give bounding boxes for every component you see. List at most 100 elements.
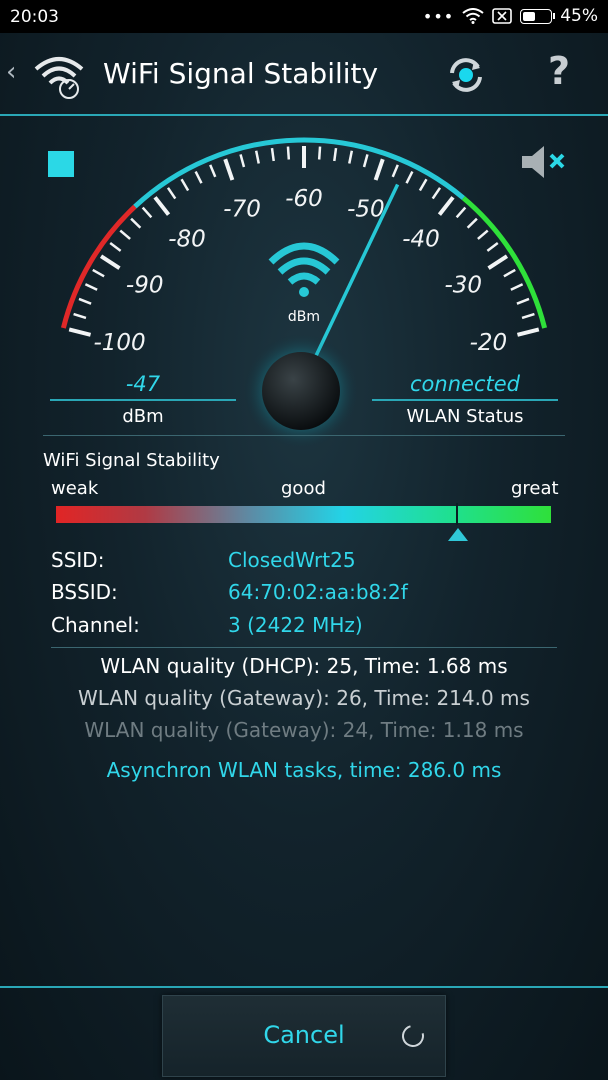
gauge-tick xyxy=(510,283,524,291)
gauge-tick xyxy=(405,171,414,184)
channel-value: 3 (2422 MHz) xyxy=(228,613,363,637)
stability-bar xyxy=(56,506,551,523)
stability-good-label: good xyxy=(281,478,326,499)
gauge-tick xyxy=(109,242,122,252)
dbm-underline xyxy=(50,399,236,401)
gauge-tick xyxy=(194,171,203,184)
gauge-tick xyxy=(362,154,369,168)
gauge-tick xyxy=(209,164,217,178)
stability-great-label: great xyxy=(511,478,559,499)
gauge-tick xyxy=(130,217,142,229)
gauge-tick xyxy=(78,297,92,305)
sim-off-icon xyxy=(492,8,513,24)
dbm-readout: -47 dBm xyxy=(50,372,236,427)
gauge-tick xyxy=(455,206,467,219)
gauge-tick xyxy=(317,146,322,160)
gauge-tick xyxy=(516,327,540,337)
gauge-tick xyxy=(73,312,87,320)
header-divider xyxy=(0,114,608,116)
sound-muted-icon[interactable] xyxy=(520,142,570,182)
help-icon[interactable]: ? xyxy=(548,49,570,93)
stop-button[interactable] xyxy=(48,151,74,177)
divider xyxy=(51,647,557,648)
gauge-scale-label: -30 xyxy=(445,273,483,299)
async-tasks-time: Asynchron WLAN tasks, time: 286.0 ms xyxy=(106,758,502,782)
gauge-tick xyxy=(119,229,131,240)
channel-label: Channel: xyxy=(51,613,140,637)
gauge-tick xyxy=(431,187,442,200)
gauge-tick xyxy=(254,150,260,164)
gauge-scale-label: -50 xyxy=(347,196,385,222)
gauge-tick xyxy=(477,229,489,240)
gauge-tick xyxy=(466,217,478,229)
stability-weak-label: weak xyxy=(51,478,99,499)
gauge-tick xyxy=(92,268,105,278)
gauge-tick xyxy=(391,164,399,178)
gauge-scale-label: -100 xyxy=(93,330,145,356)
stability-marker-icon xyxy=(448,528,468,541)
wlan-status-readout: connected WLAN Status xyxy=(372,372,558,427)
refresh-icon[interactable] xyxy=(444,53,488,97)
strong-arc xyxy=(461,196,548,329)
gauge-tick xyxy=(68,327,92,337)
gauge-tick xyxy=(437,196,455,216)
dbm-value: -47 xyxy=(125,372,161,396)
gauge-tick xyxy=(521,312,535,320)
gauge-tick xyxy=(180,178,190,192)
gauge-tick xyxy=(141,206,153,219)
wlan-status-value: connected xyxy=(410,372,520,396)
gauge-tick xyxy=(418,178,428,192)
gauge-tick xyxy=(270,147,275,162)
footer-divider xyxy=(0,986,608,988)
gauge-scale-label: -90 xyxy=(126,273,164,299)
divider xyxy=(43,435,565,436)
battery-percent: 45% xyxy=(560,6,598,26)
status-time: 20:03 xyxy=(10,7,59,27)
gauge-tick xyxy=(99,254,121,270)
app-header: ‹ WiFi Signal Stability ? xyxy=(0,33,608,115)
stability-level-line xyxy=(456,503,458,525)
gauge-tick xyxy=(166,187,177,200)
wlan-status-underline xyxy=(372,399,558,401)
dots-icon: ••• xyxy=(422,6,455,26)
gauge-tick xyxy=(286,146,291,160)
page-title: WiFi Signal Stability xyxy=(103,57,379,90)
battery-icon xyxy=(520,8,556,24)
ssid-label: SSID: xyxy=(51,548,105,572)
dbm-label: dBm xyxy=(122,406,164,427)
gauge-scale-label: -20 xyxy=(470,330,508,356)
wlan-status-label: WLAN Status xyxy=(406,406,524,427)
gauge-scale-label: -40 xyxy=(402,226,440,252)
gauge-tick xyxy=(487,254,509,270)
gauge-unit-label: dBm xyxy=(288,309,320,325)
gauge-tick xyxy=(84,283,98,291)
gauge-knob xyxy=(262,352,340,430)
gauge-tick xyxy=(223,158,235,181)
quality-gateway-1: WLAN quality (Gateway): 26, Time: 214.0 … xyxy=(78,686,530,710)
gauge-tick xyxy=(516,297,530,305)
gauge-scale-label: -60 xyxy=(285,186,323,212)
bssid-value: 64:70:02:aa:b8:2f xyxy=(228,580,408,604)
gauge-tick xyxy=(373,158,385,181)
gauge-tick xyxy=(486,242,499,252)
bssid-label: BSSID: xyxy=(51,580,118,604)
status-bar: 20:03 ••• 45% xyxy=(0,0,608,33)
gauge-tick xyxy=(239,154,246,168)
stability-title: WiFi Signal Stability xyxy=(43,450,220,471)
wifi-icon xyxy=(462,8,484,24)
gauge-scale-label: -80 xyxy=(168,226,206,252)
ssid-value: ClosedWrt25 xyxy=(228,548,356,572)
weak-arc xyxy=(60,204,137,329)
cancel-button[interactable]: Cancel xyxy=(162,995,446,1077)
gauge-tick xyxy=(348,150,354,164)
back-icon[interactable]: ‹ xyxy=(6,57,16,87)
gauge-tick xyxy=(503,268,516,278)
status-icons: ••• 45% xyxy=(423,6,598,26)
gauge-tick xyxy=(153,196,171,216)
wifi-gauge-app-icon xyxy=(34,57,84,99)
wifi-center-icon xyxy=(268,242,340,297)
quality-dhcp: WLAN quality (DHCP): 25, Time: 1.68 ms xyxy=(100,654,508,678)
quality-gateway-2: WLAN quality (Gateway): 24, Time: 1.18 m… xyxy=(84,718,524,742)
gauge-tick xyxy=(333,147,338,162)
gauge-scale-label: -70 xyxy=(223,196,261,222)
